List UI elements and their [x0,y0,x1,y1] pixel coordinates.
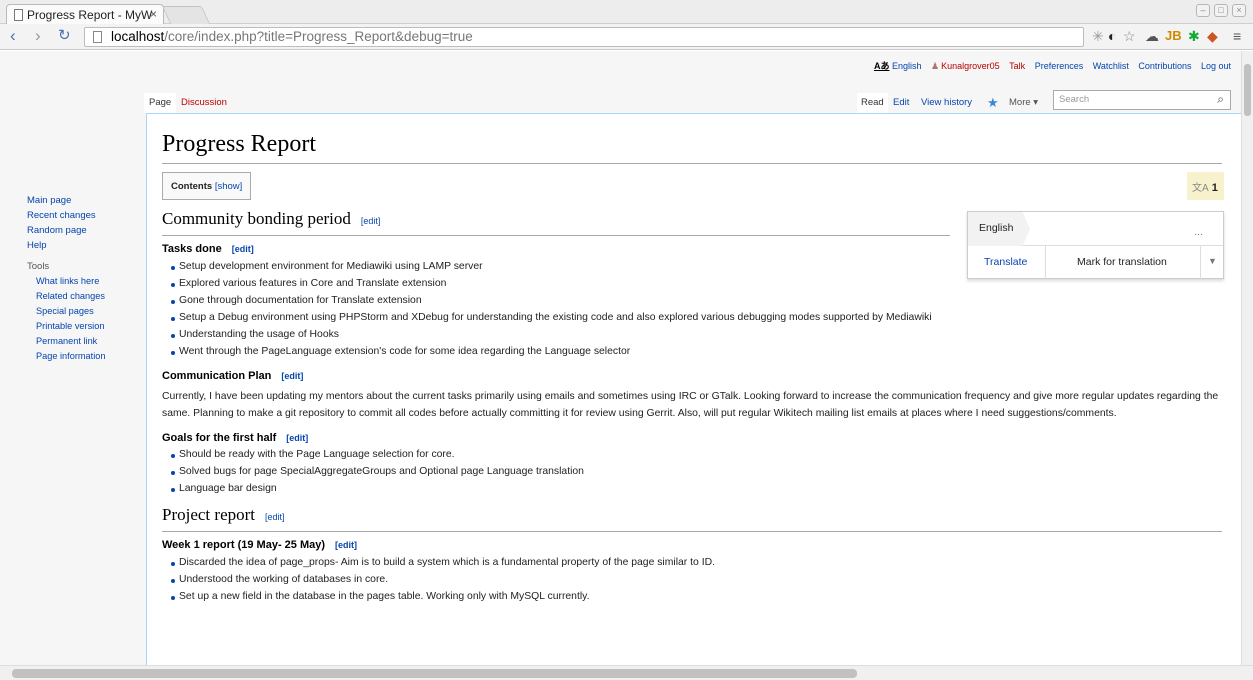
section-heading: Project report [edit] [162,506,1222,533]
browser-tabbar: Progress Report - MyW × – □ × [0,0,1253,25]
subsection-heading: Week 1 report (19 May- 25 May) [edit] [162,539,358,552]
more-label: More [1009,97,1031,108]
goals-list: Should be ready with the Page Language s… [171,447,1222,498]
extension-icon[interactable]: ✱ [1188,28,1200,44]
sidebar-item-what-links-here[interactable]: What links here [36,276,99,286]
tab-view-history[interactable]: View history [917,93,976,113]
watch-star-icon[interactable]: ★ [983,91,1003,111]
sidebar-item-help[interactable]: Help [27,240,47,251]
edit-link[interactable]: [edit] [265,512,285,522]
personal-tools: Aあ English ♟ Kunalgrover05 Talk Preferenc… [867,59,1231,72]
user-link[interactable]: Kunalgrover05 [941,61,1000,71]
toc-toggle[interactable]: [show] [215,181,242,192]
tab-title: Progress Report - MyW [27,8,153,22]
tab-edit[interactable]: Edit [889,93,913,113]
horizontal-scrollbar[interactable] [0,665,1253,680]
forward-icon[interactable]: › [35,27,41,45]
sidebar-item-permanent-link[interactable]: Permanent link [36,336,97,346]
edit-link[interactable]: [edit] [335,540,357,550]
toc-label: Contents [171,181,213,192]
extension-icon[interactable]: ◆ [1207,28,1218,44]
reload-icon[interactable]: ↻ [58,27,71,45]
list-item: Went through the PageLanguage extension'… [171,344,1222,361]
edit-link[interactable]: [edit] [232,244,254,254]
translate-count: 1 [1211,182,1218,194]
minimize-icon[interactable]: – [1196,4,1210,17]
list-item: Explored various features in Core and Tr… [171,276,1222,293]
search-input[interactable]: Search ⌕ [1053,90,1231,110]
vertical-scrollbar[interactable] [1241,51,1253,665]
search-icon[interactable]: ⌕ [1217,92,1224,107]
edit-link[interactable]: [edit] [281,371,303,381]
subsection-heading: Communication Plan [edit] [162,369,304,382]
table-of-contents: Contents [show] [162,172,252,200]
list-item: Discarded the idea of page_props- Aim is… [171,555,1222,572]
tab-page[interactable]: Page [144,93,177,113]
page-icon [93,31,102,43]
list-item: Should be ready with the Page Language s… [171,447,1222,464]
tab-discussion[interactable]: Discussion [176,93,232,113]
talk-link[interactable]: Talk [1009,61,1025,71]
logout-link[interactable]: Log out [1201,61,1231,71]
list-item: Language bar design [171,481,1222,498]
page-viewport: Aあ English ♟ Kunalgrover05 Talk Preferenc… [0,51,1241,665]
list-item: Setup development environment for Mediaw… [171,259,1222,276]
search-placeholder: Search [1059,94,1090,105]
cloud-icon[interactable]: ☁ [1145,28,1159,44]
maximize-icon[interactable]: □ [1214,4,1228,17]
subsection-heading: Tasks done [edit] [162,243,254,255]
page-title: Progress Report [162,131,1222,164]
sidebar: Main page Recent changes Random page Hel… [27,193,105,364]
close-window-icon[interactable]: × [1232,4,1246,17]
browser-toolbar: ‹ › ↻ localhost/core/index.php?title=Pro… [0,24,1253,50]
subsection-heading: Goals for the first half [edit] [162,431,309,444]
new-tab-button[interactable] [161,6,211,24]
sidebar-item-related-changes[interactable]: Related changes [36,291,105,301]
tab-read[interactable]: Read [857,93,888,113]
url-path: /core/index.php?title=Progress_Report&de… [164,29,473,44]
menu-icon[interactable]: ≡ [1233,28,1241,44]
edit-link[interactable]: [edit] [361,216,381,226]
list-item: Gone through documentation for Translate… [171,293,1222,310]
address-bar[interactable]: localhost/core/index.php?title=Progress_… [84,27,1084,47]
jetbrains-icon[interactable]: JB [1165,28,1182,44]
extension-icon[interactable]: ◐ [1108,28,1116,44]
tab-close-icon[interactable]: × [150,7,157,21]
edit-link[interactable]: [edit] [286,433,308,443]
list-item: Solved bugs for page SpecialAggregateGro… [171,464,1222,481]
watchlist-link[interactable]: Watchlist [1093,61,1129,71]
sidebar-tools-heading: Tools [27,261,50,272]
user-icon: ♟ [931,61,940,71]
more-menu[interactable]: More ▾ [1005,93,1042,113]
tasks-list: Setup development environment for Mediaw… [171,259,1222,361]
sidebar-item-page-information[interactable]: Page information [36,351,105,361]
preferences-link[interactable]: Preferences [1035,61,1084,71]
page-icon [14,9,23,21]
extension-icon[interactable]: ✳ [1092,28,1104,44]
sidebar-item-printable-version[interactable]: Printable version [36,321,104,331]
url-host: localhost [111,29,165,44]
sidebar-item-recent-changes[interactable]: Recent changes [27,210,96,221]
sidebar-item-random-page[interactable]: Random page [27,225,87,236]
translate-icon: 文A [1192,183,1209,194]
list-item: Set up a new field in the database in th… [171,589,1222,606]
sidebar-item-main-page[interactable]: Main page [27,195,71,206]
section-heading: Community bonding period [edit] [162,210,950,236]
language-icon: Aあ [873,61,890,71]
page-body: Community bonding period [edit] Tasks don… [162,210,1222,606]
list-item: Setup a Debug environment using PHPStorm… [171,310,1222,327]
paragraph: Currently, I have been updating my mento… [162,391,1219,420]
translate-badge[interactable]: 文A 1 [1187,172,1224,200]
language-link[interactable]: English [892,61,922,71]
week1-list: Discarded the idea of page_props- Aim is… [171,555,1222,606]
sidebar-item-special-pages[interactable]: Special pages [36,306,94,316]
scrollbar-thumb[interactable] [1244,64,1251,116]
list-item: Understood the working of databases in c… [171,572,1222,589]
scrollbar-thumb[interactable] [12,669,857,678]
browser-tab[interactable]: Progress Report - MyW × [6,4,164,25]
list-item: Understanding the usage of Hooks [171,327,1222,344]
bookmark-star-icon[interactable]: ☆ [1123,28,1136,44]
back-icon[interactable]: ‹ [10,27,16,45]
contributions-link[interactable]: Contributions [1138,61,1191,71]
